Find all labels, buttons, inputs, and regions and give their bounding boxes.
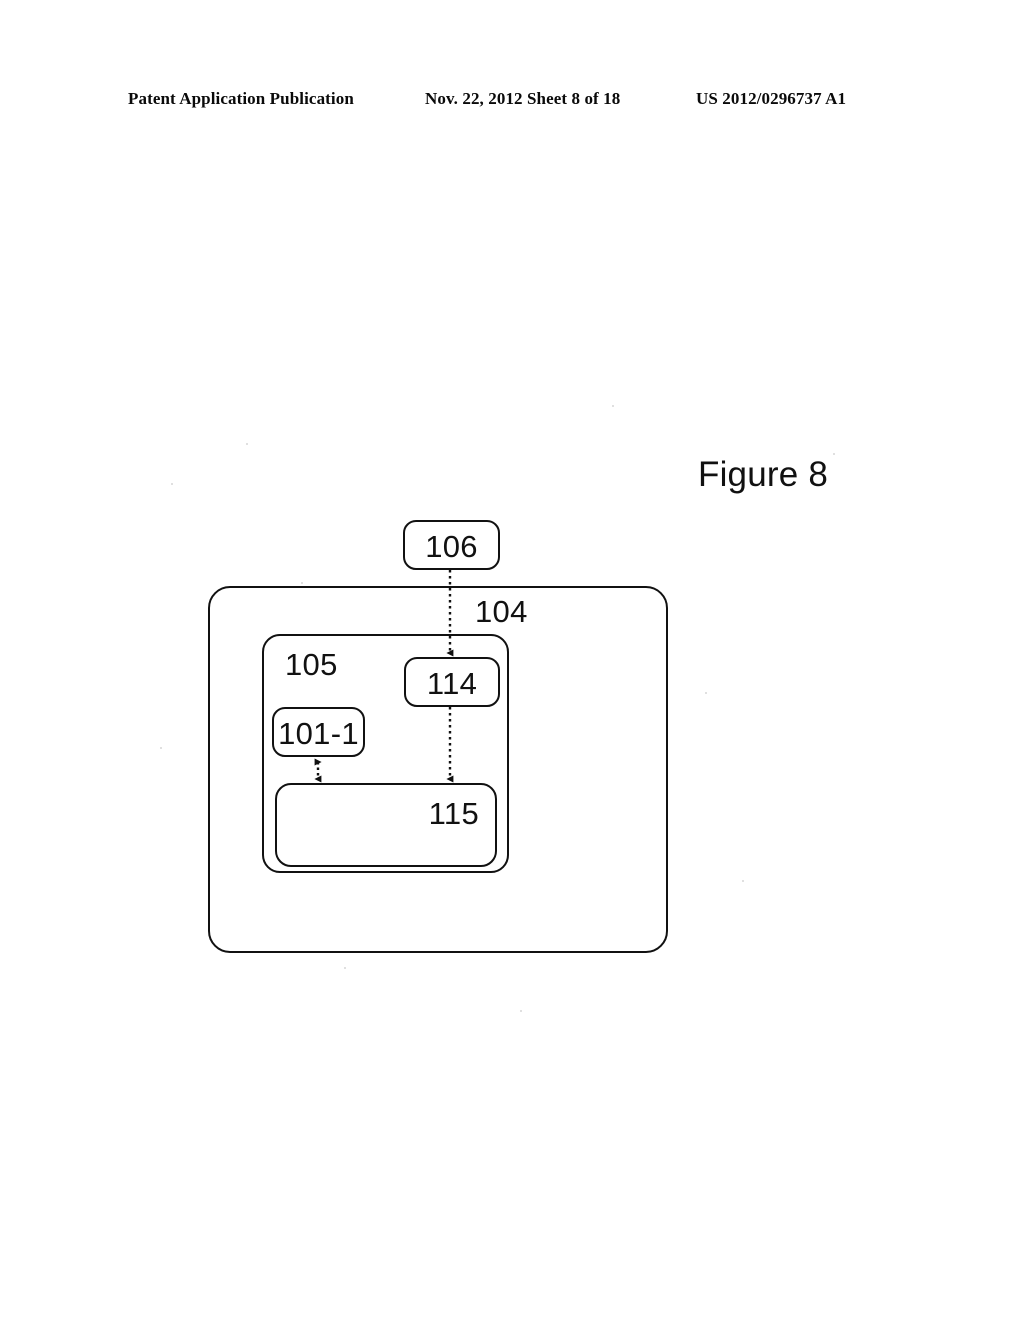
- diagram-block-101-1: 101-1: [272, 707, 365, 757]
- diagram-block-101-1-label: 101-1: [278, 716, 359, 751]
- diagram-block-106: 106: [403, 520, 500, 570]
- patent-page: Patent Application Publication Nov. 22, …: [0, 0, 1024, 1320]
- block-diagram: 106 104 105 114 101-1 115: [0, 0, 1024, 1320]
- diagram-block-114-label: 114: [426, 666, 478, 701]
- diagram-block-106-label: 106: [425, 529, 478, 564]
- diagram-block-104-label: 104: [475, 594, 528, 629]
- diagram-block-105-label: 105: [285, 647, 338, 682]
- diagram-block-115: 115: [275, 783, 497, 867]
- diagram-block-115-label: 115: [428, 796, 479, 831]
- diagram-block-114: 114: [404, 657, 500, 707]
